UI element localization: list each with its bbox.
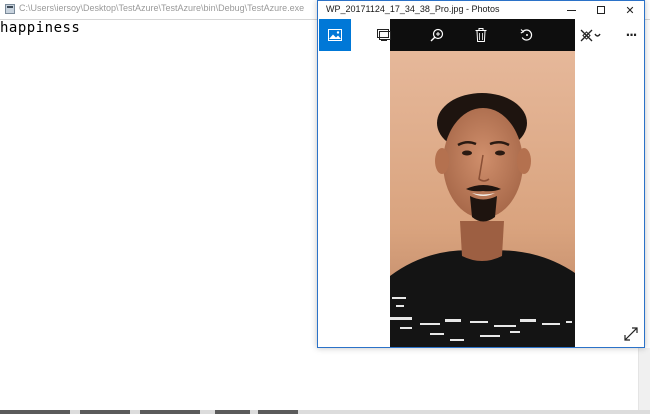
- more-button[interactable]: ···: [615, 19, 647, 51]
- rotate-icon: [520, 29, 533, 41]
- minimize-icon: [566, 9, 576, 11]
- slideshow-button[interactable]: [368, 19, 400, 51]
- expand-icon: [624, 327, 638, 341]
- edit-create-button[interactable]: [574, 19, 608, 51]
- trash-icon: [475, 28, 487, 42]
- close-icon: ✕: [625, 3, 635, 17]
- photos-window: WP_20171124_17_34_38_Pro.jpg - Photos ✕: [317, 0, 645, 348]
- photo-viewer[interactable]: [390, 51, 575, 347]
- expand-button[interactable]: [620, 323, 642, 345]
- photos-toolbar: ···: [318, 19, 644, 51]
- console-output-text: happiness: [0, 20, 81, 36]
- photos-window-title: WP_20171124_17_34_38_Pro.jpg - Photos: [326, 4, 500, 14]
- image-icon: [328, 29, 342, 41]
- console-scrollbar[interactable]: [638, 348, 650, 410]
- zoom-in-icon: [430, 28, 444, 42]
- more-icon: ···: [625, 28, 638, 42]
- console-app-icon: [5, 4, 15, 14]
- console-window-title: C:\Users\iersoy\Desktop\TestAzure\TestAz…: [19, 3, 305, 13]
- slideshow-icon: [377, 29, 391, 41]
- rotate-button[interactable]: [511, 19, 543, 51]
- delete-button[interactable]: [465, 19, 497, 51]
- zoom-button[interactable]: [421, 19, 453, 51]
- minimize-button[interactable]: [556, 1, 586, 19]
- collection-button[interactable]: [319, 19, 351, 51]
- displayed-photo: [390, 51, 575, 347]
- maximize-icon: [597, 6, 605, 14]
- photos-titlebar[interactable]: WP_20171124_17_34_38_Pro.jpg - Photos ✕: [318, 1, 644, 19]
- edit-create-icon: [580, 29, 601, 42]
- taskbar-edge: [0, 410, 650, 414]
- maximize-button[interactable]: [586, 1, 616, 19]
- close-button[interactable]: ✕: [615, 1, 645, 19]
